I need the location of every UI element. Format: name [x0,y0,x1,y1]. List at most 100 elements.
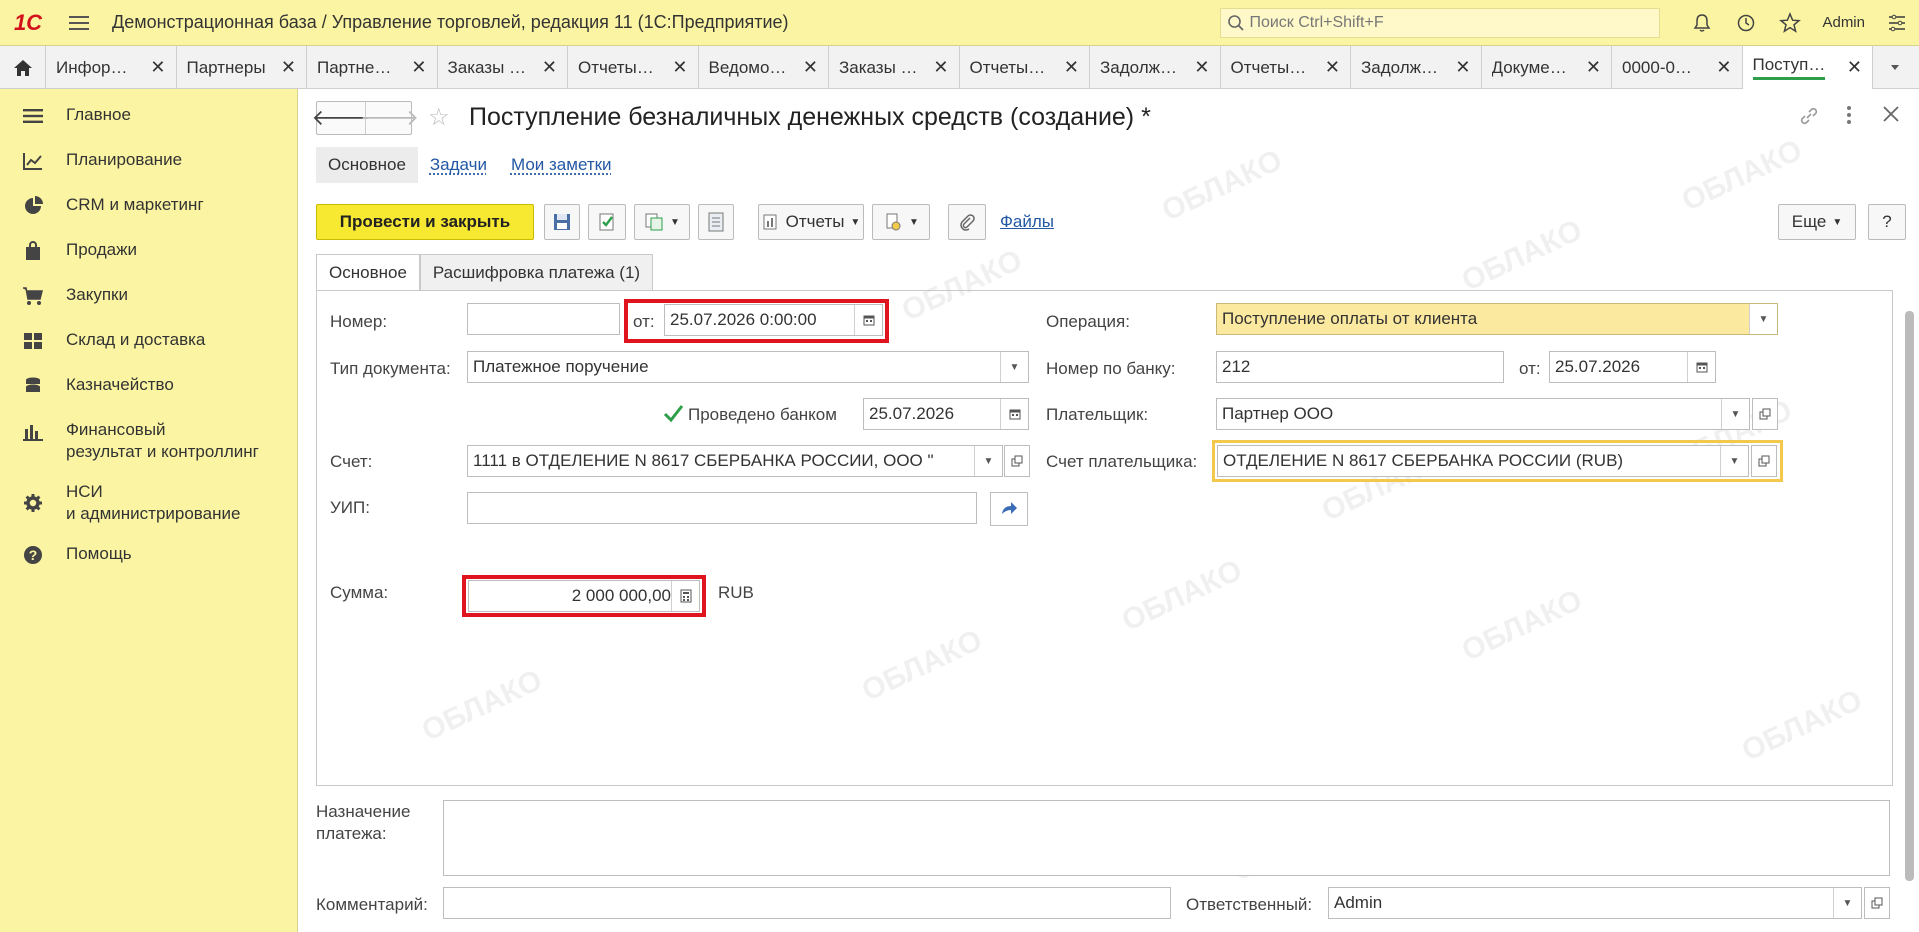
window-tab[interactable]: Задолж… ✕ [1351,46,1482,89]
sidebar-item-warehouse[interactable]: Склад и доставка [0,329,297,359]
vertical-scrollbar[interactable] [1903,289,1915,889]
window-tab[interactable]: Отчеты… ✕ [1221,46,1351,89]
sidebar-item-help[interactable]: ? Помощь [0,543,297,573]
window-tab[interactable]: Отчеты… ✕ [568,46,699,89]
close-icon[interactable]: ✕ [1194,57,1209,78]
calendar-icon[interactable] [1687,352,1715,382]
sidebar-item-treasury[interactable]: Казначейство [0,374,297,404]
scrollbar-thumb[interactable] [1905,311,1914,881]
window-tab[interactable]: Заказы … ✕ [438,46,568,89]
close-icon[interactable]: ✕ [411,57,426,78]
calendar-icon[interactable] [1000,399,1028,429]
more-button[interactable]: Еще ▼ [1778,204,1856,240]
window-tab[interactable]: Докуме… ✕ [1482,46,1612,89]
fill-uip-button[interactable] [990,492,1028,526]
bell-icon[interactable] [1680,0,1724,46]
tab-notes[interactable]: Мои заметки [499,147,624,183]
close-icon[interactable]: ✕ [1064,57,1079,78]
create-based-on-button[interactable]: ▼ [634,204,690,240]
window-tab[interactable]: Партнеры ✕ [177,46,307,89]
bank-date-field[interactable]: 25.07.2026 [1549,351,1716,383]
close-icon[interactable]: ✕ [672,57,687,78]
attach-button[interactable] [948,204,986,240]
more-vertical-icon[interactable] [1846,105,1852,131]
window-tab[interactable]: Заказы … ✕ [829,46,960,89]
sidebar-item-finance[interactable]: Финансовый результат и контроллинг [0,419,297,463]
home-tab[interactable] [0,46,46,89]
doc-type-select[interactable]: Платежное поручение ▼ [467,351,1029,383]
history-icon[interactable] [1724,0,1768,46]
close-window-icon[interactable] [1882,105,1900,129]
comment-field[interactable] [443,887,1171,919]
close-icon[interactable]: ✕ [150,57,165,78]
calendar-icon[interactable] [854,305,882,335]
favorite-star-icon[interactable]: ☆ [428,103,450,132]
favorites-star-icon[interactable] [1768,0,1812,46]
tab-payment-breakdown[interactable]: Расшифровка платежа (1) [419,254,654,291]
sidebar-item-admin[interactable]: НСИ и администрирование [0,481,297,525]
sidebar-item-sales[interactable]: Продажи [0,239,297,269]
help-button[interactable]: ? [1868,204,1906,240]
sidebar-item-purchases[interactable]: Закупки [0,284,297,314]
main-menu-icon[interactable] [56,0,102,46]
close-icon[interactable]: ✕ [281,57,296,78]
close-icon[interactable]: ✕ [1325,57,1340,78]
window-tab-active[interactable]: Поступ… ✕ [1742,46,1873,89]
close-icon[interactable]: ✕ [1455,57,1470,78]
open-responsible-icon[interactable] [1864,887,1890,919]
tabs-dropdown-icon[interactable] [1873,46,1917,88]
sidebar-item-crm[interactable]: CRM и маркетинг [0,194,297,224]
save-button[interactable] [544,204,580,240]
print-button[interactable]: ▼ [872,204,930,240]
operation-select[interactable]: Поступление оплаты от клиента ▼ [1216,303,1778,335]
user-name[interactable]: Admin [1812,14,1875,31]
uip-field[interactable] [467,492,977,524]
sidebar-item-main[interactable]: Главное [0,104,297,134]
chevron-down-icon[interactable]: ▼ [974,446,1002,476]
back-arrow-icon[interactable]: 🡐 [312,102,371,134]
bank-posted-checkbox[interactable] [662,403,684,425]
post-and-close-button[interactable]: Провести и закрыть [316,204,534,240]
search-input[interactable]: Поиск Ctrl+Shift+F [1220,7,1661,38]
window-tab[interactable]: Задолж… ✕ [1090,46,1221,89]
link-icon[interactable] [1798,105,1820,133]
print-list-button[interactable] [698,204,734,240]
purpose-textarea[interactable] [443,800,1890,876]
calculator-icon[interactable] [671,581,699,611]
close-icon[interactable]: ✕ [1586,57,1601,78]
close-icon[interactable]: ✕ [933,57,948,78]
reports-button[interactable]: Отчеты ▼ [758,204,864,240]
chevron-down-icon[interactable]: ▼ [1833,888,1861,918]
window-tab[interactable]: Партне… ✕ [307,46,438,89]
window-tab[interactable]: Ведомо… ✕ [699,46,829,89]
post-button[interactable] [588,204,626,240]
bank-posted-date-field[interactable]: 25.07.2026 [863,398,1029,430]
settings-menu-icon[interactable] [1875,0,1919,46]
close-icon[interactable]: ✕ [1716,57,1731,78]
close-icon[interactable]: ✕ [542,57,557,78]
tab-main[interactable]: Основное [316,147,418,183]
files-link[interactable]: Файлы [1000,212,1054,232]
chevron-down-icon[interactable]: ▼ [1721,399,1749,429]
responsible-select[interactable]: Admin ▼ [1328,887,1862,919]
bank-number-field[interactable]: 212 [1216,351,1504,383]
sum-field[interactable]: 2 000 000,00 [468,580,700,612]
sidebar-item-planning[interactable]: Планирование [0,149,297,179]
open-account-icon[interactable] [1004,445,1030,477]
open-payer-icon[interactable] [1752,398,1778,430]
chevron-down-icon[interactable]: ▼ [1720,446,1748,476]
payer-select[interactable]: Партнер ООО ▼ [1216,398,1750,430]
window-tab[interactable]: Инфор… ✕ [46,46,177,89]
tab-general[interactable]: Основное [316,254,420,291]
chevron-down-icon[interactable]: ▼ [1749,304,1777,334]
chevron-down-icon[interactable]: ▼ [1000,352,1028,382]
open-payer-account-icon[interactable] [1751,445,1777,477]
number-field[interactable] [467,303,620,335]
app-logo[interactable]: 1С [0,0,56,46]
window-tab[interactable]: Отчеты… ✕ [960,46,1090,89]
close-icon[interactable]: ✕ [1847,57,1862,78]
close-icon[interactable]: ✕ [803,57,818,78]
payer-account-select[interactable]: ОТДЕЛЕНИЕ N 8617 СБЕРБАНКА РОССИИ (RUB) … [1217,445,1749,477]
account-select[interactable]: 1111 в ОТДЕЛЕНИЕ N 8617 СБЕРБАНКА РОССИИ… [467,445,1003,477]
tab-tasks[interactable]: Задачи [418,147,499,183]
